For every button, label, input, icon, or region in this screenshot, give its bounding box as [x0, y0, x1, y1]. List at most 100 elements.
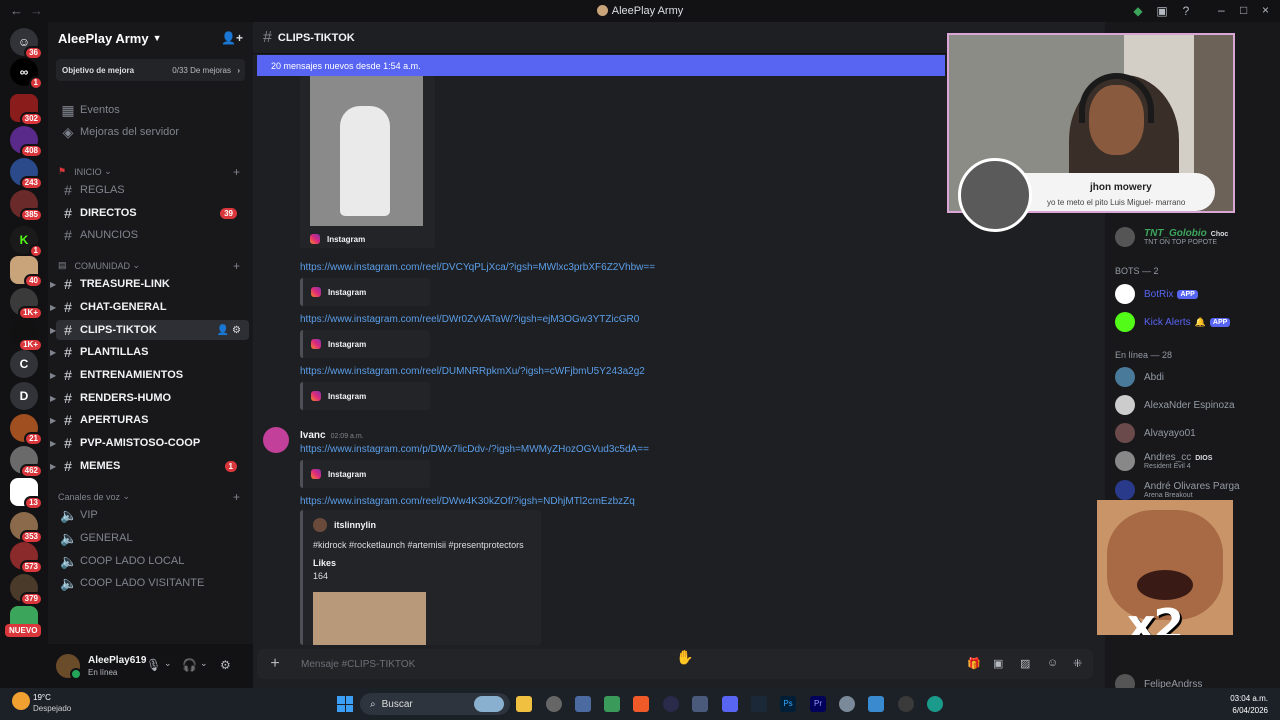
gift-icon[interactable]: 🎁 [967, 657, 981, 670]
voice-channel-vip[interactable]: 🔈 VIP [56, 505, 249, 525]
embed-card[interactable]: Instagram [300, 330, 430, 358]
add-channel-icon[interactable]: + [233, 165, 240, 179]
server-icon[interactable]: 408 [10, 126, 43, 158]
settings-gear-icon[interactable]: ⚙ [220, 658, 231, 672]
message-link[interactable]: https://www.instagram.com/reel/DUMNRRpkm… [300, 366, 645, 377]
new-messages-bar[interactable]: 20 mensajes nuevos desde 1:54 a.m. [257, 55, 945, 76]
microphone-icon[interactable]: 🎙 [146, 658, 161, 672]
message-input[interactable]: Mensaje #CLIPS-TIKTOK [301, 659, 415, 670]
member-item[interactable]: Andres_cc DIOS Resident Evil 4 [1115, 451, 1275, 471]
direct-messages-icon[interactable]: ☺ 36 [10, 28, 43, 60]
channel-renders-humo[interactable]: ▶ # RENDERS-HUMO [50, 388, 249, 408]
chevron-down-icon[interactable]: ⌄ [200, 658, 208, 669]
app-icon[interactable] [575, 696, 591, 712]
premiere-icon[interactable]: Pr [810, 696, 826, 712]
server-icon[interactable]: ∞ 1 [10, 58, 43, 90]
message-link[interactable]: https://www.instagram.com/p/DWx7licDdv-/… [300, 444, 649, 455]
message-link[interactable]: https://www.instagram.com/reel/DWr0ZvVAT… [300, 314, 639, 325]
apps-icon[interactable]: ⁜ [1073, 657, 1082, 670]
app-icon[interactable] [546, 696, 562, 712]
channel-chat-general[interactable]: ▶ # CHAT-GENERAL [50, 297, 249, 317]
nav-events[interactable]: ▦ Eventos [56, 100, 249, 120]
embed-card[interactable]: Instagram [300, 278, 430, 306]
gif-icon[interactable]: ▣ [993, 657, 1003, 670]
channel-anuncios[interactable]: # ANUNCIOS [56, 225, 249, 245]
server-icon[interactable]: 302 [10, 94, 43, 126]
start-icon[interactable] [337, 696, 353, 712]
calculator-icon[interactable] [692, 696, 708, 712]
message-link[interactable]: https://www.instagram.com/reel/DWw4K30kZ… [300, 496, 635, 507]
discord-icon[interactable] [722, 696, 738, 712]
message-link[interactable]: https://www.instagram.com/reel/DVCYqPLjX… [300, 262, 655, 273]
voice-channel-general[interactable]: 🔈 GENERAL [56, 528, 249, 548]
voice-channel-coop-local[interactable]: 🔈 COOP LADO LOCAL [56, 551, 249, 571]
member-item[interactable]: André Olivares Parga Arena Breakout [1115, 480, 1275, 500]
embed-image[interactable] [313, 592, 426, 645]
channel-entrenamientos[interactable]: ▶ # ENTRENAMIENTOS [50, 365, 249, 385]
guild-header[interactable]: AleePlay Army ▼ 👤+ [48, 22, 253, 54]
media-player-icon[interactable] [898, 696, 914, 712]
maximize-icon[interactable]: □ [1240, 3, 1247, 17]
server-icon[interactable]: 573 [10, 542, 43, 574]
server-icon[interactable]: 13 [10, 478, 43, 510]
nitro-icon[interactable]: ◆ [1131, 4, 1145, 18]
channel-pvp-amistoso-coop[interactable]: ▶ # PVP-AMISTOSO-COOP [50, 433, 249, 453]
clock[interactable]: 03:04 a.m. 6/04/2026 [1230, 693, 1268, 717]
embed-card[interactable]: Instagram [300, 382, 430, 410]
add-member-icon[interactable]: 👤+ [221, 31, 243, 45]
close-icon[interactable]: × [1262, 3, 1269, 17]
channel-plantillas[interactable]: ▶ # PLANTILLAS [50, 342, 249, 362]
category-comunidad[interactable]: ▤ COMUNIDAD ⌄ + [58, 259, 248, 273]
channel-memes[interactable]: ▶ # MEMES 1 [50, 456, 249, 476]
member-item[interactable]: Kick Alerts 🔔 APP [1115, 312, 1275, 332]
add-channel-icon[interactable]: + [233, 490, 240, 504]
steam-icon[interactable] [751, 696, 767, 712]
embed-image[interactable] [310, 76, 423, 226]
chevron-down-icon[interactable]: ⌄ [164, 658, 172, 669]
help-icon[interactable]: ? [1179, 4, 1193, 18]
boost-goal[interactable]: Objetivo de mejora 0/33 De mejoras › [56, 59, 245, 81]
inbox-icon[interactable]: ▣ [1155, 4, 1169, 18]
channel-directos[interactable]: # DIRECTOS 39 [56, 203, 249, 223]
channel-reglas[interactable]: # REGLAS [56, 180, 249, 200]
sticker-icon[interactable]: ▨ [1020, 657, 1030, 670]
member-item[interactable]: Abdi [1115, 367, 1275, 387]
nav-server-boosts[interactable]: ◈ Mejoras del servidor [56, 122, 249, 142]
photoshop-icon[interactable]: Ps [780, 696, 796, 712]
server-icon[interactable]: 21 [10, 414, 43, 446]
add-attachment-icon[interactable]: + [257, 655, 293, 673]
server-icon[interactable]: 462 [10, 446, 43, 478]
weather-icon[interactable] [12, 692, 30, 710]
settings-gear-icon[interactable] [839, 696, 855, 712]
embed-author[interactable]: itslinnylin [313, 518, 376, 532]
brave-icon[interactable] [633, 696, 649, 712]
kick-server-icon[interactable]: K1 [10, 226, 43, 258]
category-voice[interactable]: Canales de voz ⌄ + [58, 490, 248, 504]
server-icon[interactable]: 40 [10, 256, 43, 288]
avatar[interactable] [56, 654, 82, 680]
member-item[interactable]: TNT_Golobio Choc TNT ON TOP POPOTE [1115, 227, 1275, 247]
app-icon[interactable] [604, 696, 620, 712]
server-icon[interactable]: 353 [10, 512, 43, 544]
taskbar-search[interactable]: ⌕ Buscar [360, 693, 510, 715]
server-icon[interactable]: 243 [10, 158, 43, 190]
channel-aperturas[interactable]: ▶ # APERTURAS [50, 410, 249, 430]
category-inicio[interactable]: ⚑ INICIO ⌄ + [58, 165, 248, 179]
embed-card[interactable]: Instagram [300, 460, 430, 488]
file-explorer-icon[interactable] [516, 696, 532, 712]
headphones-icon[interactable]: 🎧 [182, 658, 197, 672]
member-item[interactable]: AlexaNder Espinoza [1115, 395, 1275, 415]
server-icon[interactable]: C [10, 350, 38, 378]
add-channel-icon[interactable]: + [233, 259, 240, 273]
server-icon[interactable]: D [10, 382, 38, 410]
edge-icon[interactable] [927, 696, 943, 712]
emoji-icon[interactable]: ☺ [1047, 657, 1058, 669]
server-icon[interactable]: 385 [10, 190, 43, 222]
message-author[interactable]: Ivanc 02:09 a.m. [300, 430, 364, 441]
notepad-icon[interactable] [868, 696, 884, 712]
voice-channel-coop-visitante[interactable]: 🔈 COOP LADO VISITANTE [56, 573, 249, 593]
member-item[interactable]: BotRix APP [1115, 284, 1275, 304]
channel-treasure-link[interactable]: ▶ # TREASURE-LINK [50, 274, 249, 294]
server-icon[interactable]: 379 [10, 574, 43, 606]
server-icon[interactable]: 1K+ [10, 320, 43, 352]
